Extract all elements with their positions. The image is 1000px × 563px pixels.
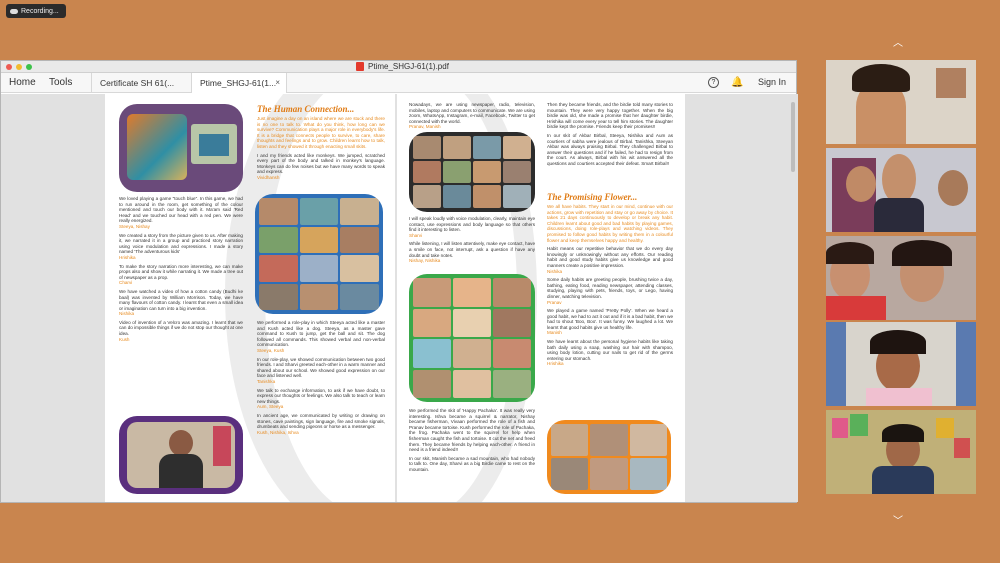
participant-video-3[interactable] <box>826 236 976 320</box>
participant-video-1[interactable] <box>826 60 976 144</box>
recording-indicator: Recording... <box>6 4 66 18</box>
tab-ptime[interactable]: Ptime_SHGJ-61(1... × <box>191 73 287 93</box>
home-menu[interactable]: Home <box>9 77 36 88</box>
tools-menu[interactable]: Tools <box>49 77 72 88</box>
document-viewport[interactable]: We loved playing a game "touch blue". In… <box>1 94 798 502</box>
document-title: Ptime_SHGJ-61(1).pdf <box>356 62 449 71</box>
right-page: Nowadays, we are using newspaper, radio,… <box>397 94 685 502</box>
zoom-grid-photo-3 <box>409 274 535 402</box>
teacher-photo <box>119 416 243 494</box>
close-tab-icon[interactable]: × <box>275 78 280 87</box>
scroll-down-chevron-icon[interactable]: ﹀ <box>893 512 903 527</box>
left-page: We loved playing a game "touch blue". In… <box>105 94 395 502</box>
recording-label: Recording... <box>21 7 59 15</box>
painting-photo <box>119 104 243 192</box>
participant-video-4[interactable] <box>826 322 976 406</box>
title-bar: Ptime_SHGJ-61(1).pdf <box>1 61 796 73</box>
zoom-window-button[interactable] <box>26 64 32 70</box>
scroll-up-chevron-icon[interactable]: ︿ <box>893 34 903 49</box>
pdf-file-icon <box>356 62 364 71</box>
zoom-grid-photo-1 <box>255 194 383 314</box>
bell-icon[interactable]: 🔔 <box>731 77 743 88</box>
toolbar: Home Tools Certificate SH 61(... Ptime_S… <box>1 73 796 93</box>
close-window-button[interactable] <box>6 64 12 70</box>
sign-in-link[interactable]: Sign In <box>758 77 786 87</box>
participant-video-2[interactable] <box>826 148 976 232</box>
pdf-viewer-window: Ptime_SHGJ-61(1).pdf Home Tools Certific… <box>0 60 798 503</box>
help-icon[interactable]: ? <box>708 77 719 88</box>
tab-certificate[interactable]: Certificate SH 61(... <box>91 73 188 93</box>
zoom-grid-photo-2 <box>409 132 535 212</box>
minimize-window-button[interactable] <box>16 64 22 70</box>
promising-flower-heading: The Promising Flower... <box>547 192 638 202</box>
vertical-scrollbar[interactable] <box>791 102 795 172</box>
participant-video-5[interactable] <box>826 410 976 494</box>
human-connection-heading: The Human Connection... <box>257 104 355 114</box>
cloud-icon <box>10 8 18 14</box>
zoom-grid-photo-4 <box>547 420 671 494</box>
